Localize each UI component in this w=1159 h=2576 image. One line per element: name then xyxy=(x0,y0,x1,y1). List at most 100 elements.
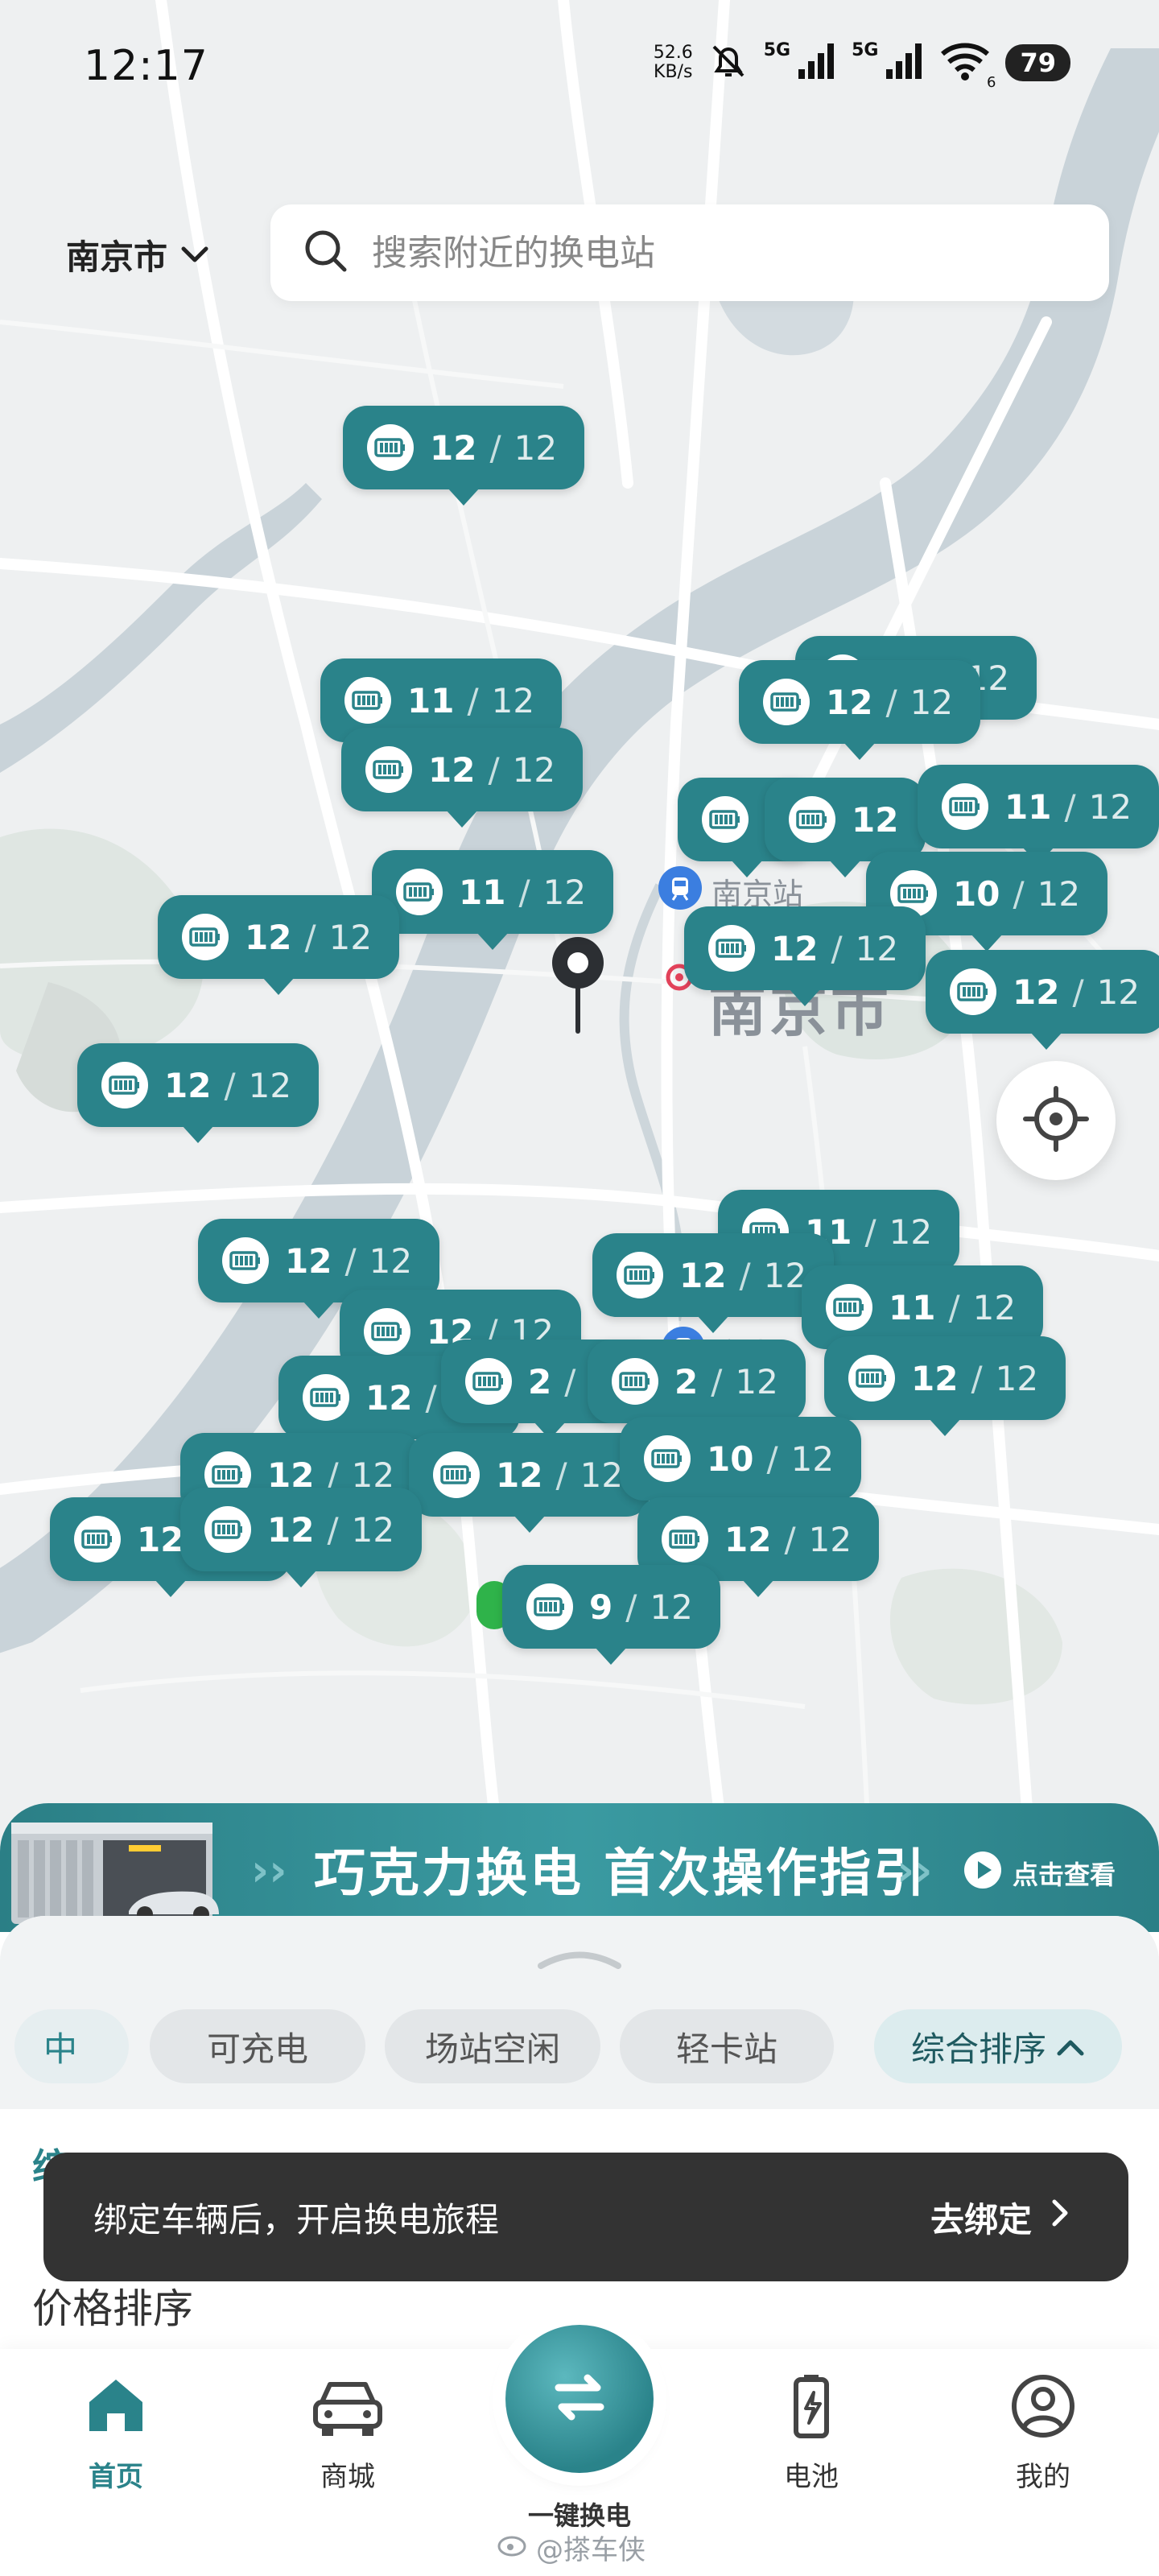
battery-bolt-icon xyxy=(778,2373,844,2446)
battery-icon xyxy=(365,746,412,793)
station-marker[interactable]: 12 / 12 xyxy=(77,1043,320,1127)
battery-icon xyxy=(942,783,988,830)
available-count: 11 xyxy=(407,680,455,720)
sort-dropdown[interactable]: 综合排序 xyxy=(874,2009,1122,2083)
available-count: 12 xyxy=(496,1455,543,1495)
guide-banner[interactable]: ›› 巧克力换电 首次操作指引 ›› 点击查看 xyxy=(0,1803,1159,1932)
station-marker[interactable]: 12 / 12 xyxy=(158,895,400,979)
battery-icon xyxy=(702,796,749,843)
watermark-text: @搽车侠 xyxy=(536,2534,645,2566)
battery-icon xyxy=(848,1355,895,1402)
swap-arrows-icon xyxy=(541,2359,618,2439)
count-separator: / xyxy=(304,917,316,957)
tab-home[interactable]: 首页 xyxy=(35,2373,196,2494)
available-count: 12 xyxy=(852,799,899,840)
total-count: 12 xyxy=(369,1241,413,1281)
battery-icon xyxy=(662,1516,708,1563)
drag-handle-icon[interactable] xyxy=(534,1946,625,1971)
available-count: 12 xyxy=(724,1519,772,1559)
tab-battery[interactable]: 电池 xyxy=(731,2373,892,2494)
tab-label: 商城 xyxy=(320,2461,375,2493)
chevron-right-icon xyxy=(1050,2197,1070,2237)
available-count: 12 xyxy=(826,682,873,722)
station-marker[interactable]: 12 / 12 xyxy=(739,660,981,744)
bind-now-button[interactable]: 去绑定 xyxy=(930,2193,1070,2242)
banner-cta[interactable]: 点击查看 xyxy=(963,1850,1116,1897)
total-count: 12 xyxy=(514,427,558,468)
total-count: 12 xyxy=(1037,873,1081,914)
station-marker[interactable]: 12 / 12 xyxy=(592,1233,835,1317)
available-count: 12 xyxy=(164,1065,212,1105)
tab-mine[interactable]: 我的 xyxy=(963,2373,1124,2494)
station-marker[interactable]: 12 / 12 xyxy=(180,1488,423,1571)
banner-title: 巧克力换电 首次操作指引 xyxy=(314,1844,928,1904)
available-count: 11 xyxy=(459,872,506,912)
station-marker[interactable]: 10 / 12 xyxy=(620,1417,862,1501)
total-count: 12 xyxy=(855,928,899,968)
station-marker[interactable]: 2 / 12 xyxy=(588,1340,806,1423)
count-separator: / xyxy=(885,682,897,722)
chevron-up-icon xyxy=(1056,2027,1085,2066)
count-separator: / xyxy=(971,1358,983,1398)
total-count: 12 xyxy=(995,1358,1039,1398)
total-count: 12 xyxy=(512,749,556,790)
station-marker[interactable]: 12 xyxy=(765,778,926,861)
sheet-header: 中 可充电 场站空闲 轻卡站 综合排序 xyxy=(0,1916,1159,2109)
station-marker[interactable]: 9 / 12 xyxy=(502,1565,720,1649)
tab-mall[interactable]: 商城 xyxy=(267,2373,428,2494)
station-marker[interactable]: 12 / 12 xyxy=(341,728,584,811)
battery-icon xyxy=(826,1284,872,1331)
status-icons: 52.6 KB/s 5G 5G 6 79 xyxy=(653,40,1070,91)
count-separator: / xyxy=(739,1255,751,1295)
net-speed-value: 52.6 xyxy=(653,43,693,63)
station-marker[interactable]: 11 / 12 xyxy=(918,765,1159,848)
play-circle-icon xyxy=(963,1850,1003,1897)
station-marker[interactable]: 12 / 12 xyxy=(343,406,585,489)
chip-in-service[interactable]: 中 xyxy=(14,2009,129,2083)
total-count: 12 xyxy=(542,872,587,912)
total-count: 12 xyxy=(889,1212,933,1252)
available-count: 12 xyxy=(245,917,292,957)
battery-icon xyxy=(526,1583,573,1630)
count-separator: / xyxy=(489,427,501,468)
count-separator: / xyxy=(224,1065,236,1105)
battery-icon xyxy=(612,1358,658,1405)
count-separator: / xyxy=(518,872,530,912)
weibo-icon xyxy=(497,2530,530,2565)
station-marker[interactable]: 11 / 12 xyxy=(372,850,614,934)
count-separator: / xyxy=(564,1361,576,1402)
chip-chargeable[interactable]: 可充电 xyxy=(150,2009,365,2083)
wifi-icon: 6 xyxy=(939,41,996,91)
count-separator: / xyxy=(555,1455,567,1495)
locate-me-button[interactable] xyxy=(996,1061,1116,1180)
current-location-pin-icon xyxy=(547,934,608,1042)
count-separator: / xyxy=(625,1587,637,1627)
sort-option-price[interactable]: 价格排序 xyxy=(32,2277,193,2334)
battery-icon xyxy=(396,869,443,915)
total-count: 12 xyxy=(580,1455,624,1495)
station-marker[interactable]: 12 / 12 xyxy=(824,1336,1066,1420)
station-marker[interactable]: 12 / 12 xyxy=(409,1433,651,1517)
city-selector[interactable]: 南京市 xyxy=(66,230,211,279)
station-marker[interactable]: 12 / 12 xyxy=(926,950,1159,1034)
battery-icon xyxy=(789,796,835,843)
count-separator: / xyxy=(467,680,479,720)
total-count: 12 xyxy=(735,1361,778,1402)
chevron-down-icon xyxy=(179,235,211,275)
search-input[interactable] xyxy=(372,232,1056,274)
net-speed-unit: KB/s xyxy=(654,62,693,82)
app-screen: 南京站 南京市 京南 12/1212/1212/1211/1212/1211/1… xyxy=(0,0,1159,2576)
signal1-label: 5G xyxy=(763,40,791,60)
battery-icon xyxy=(367,424,414,471)
search-bar[interactable] xyxy=(270,204,1109,301)
car-icon xyxy=(311,2373,385,2446)
mute-bell-icon xyxy=(707,40,749,85)
battery-level: 79 xyxy=(1005,44,1070,81)
total-count: 12 xyxy=(1088,786,1132,827)
chip-light-truck[interactable]: 轻卡站 xyxy=(620,2009,834,2083)
station-marker[interactable]: 12 / 12 xyxy=(684,906,926,990)
available-count: 12 xyxy=(911,1358,959,1398)
available-count: 2 xyxy=(674,1361,699,1402)
one-tap-swap-button[interactable] xyxy=(505,2325,654,2473)
chip-station-idle[interactable]: 场站空闲 xyxy=(385,2009,600,2083)
